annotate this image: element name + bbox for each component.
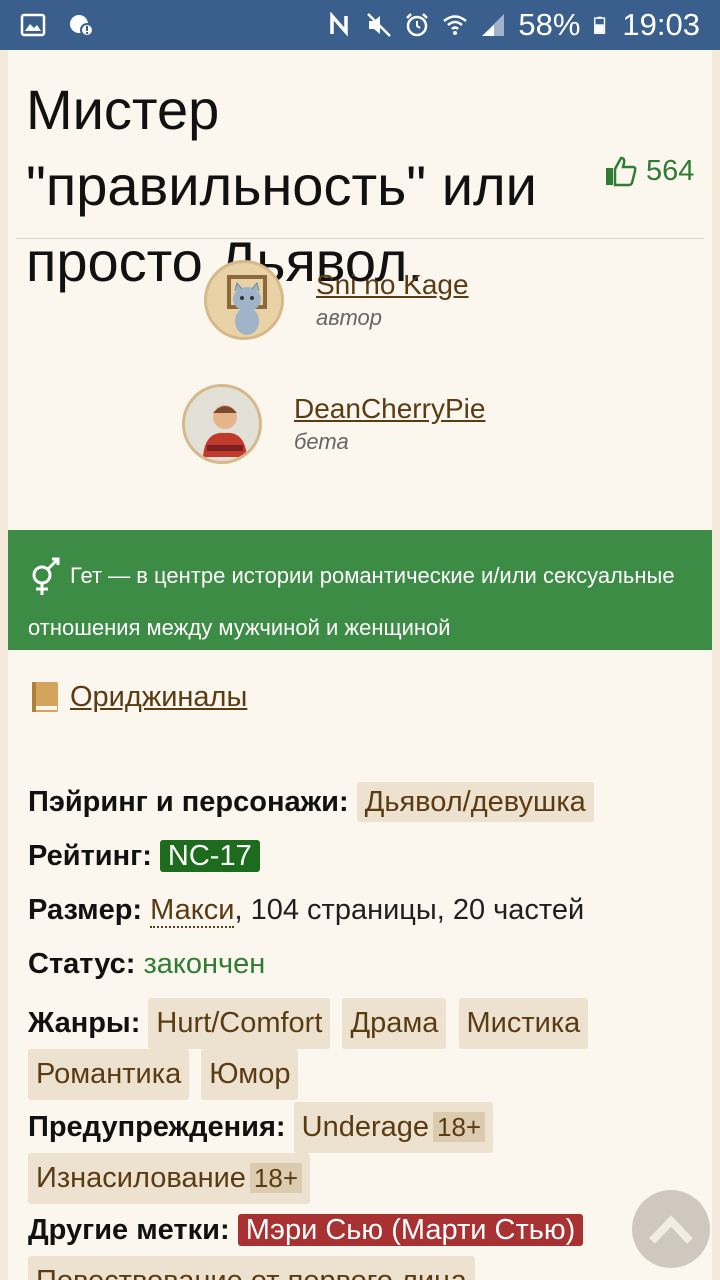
wifi-icon (443, 15, 468, 35)
battery-icon (594, 16, 606, 34)
avatar[interactable] (182, 384, 262, 464)
fandom-label: Ориджиналы (70, 680, 248, 713)
fic-header-card: Мистер "правильность" или просто Дьявол.… (8, 50, 712, 1280)
rating-row: Рейтинг: NC-17 (28, 836, 708, 876)
scroll-to-top-button[interactable] (632, 1190, 710, 1268)
author-role: автор (316, 305, 383, 330)
genre-tag[interactable]: Романтика (28, 1049, 190, 1100)
mute-icon (367, 13, 392, 37)
age-badge: 18+ (433, 1112, 486, 1142)
signal-icon (482, 14, 505, 36)
beta-link[interactable]: DeanCherryPie (294, 391, 485, 427)
chevron-up-icon (649, 1215, 693, 1244)
genres-label: Жанры: (28, 1007, 141, 1039)
fandom-link[interactable]: Ориджиналы (30, 680, 247, 714)
nfc-icon (330, 12, 349, 37)
age-badge: 18+ (249, 1163, 303, 1193)
sync-alert-icon (70, 15, 94, 37)
pairing-tag[interactable]: Дьявол/девушка (356, 782, 594, 822)
pairing-label: Пэйринг и персонажи: (28, 786, 349, 818)
other-tag[interactable]: Повествование от первого лица (28, 1256, 475, 1280)
other-tags-row: Другие метки: Мэри Сью (Марти Стью) Пове… (28, 1205, 708, 1280)
battery-percent: 58% (518, 7, 581, 42)
genre-tag[interactable]: Мистика (458, 998, 589, 1049)
warning-name: Изнасилование (36, 1162, 246, 1194)
direction-banner: Гет — в центре истории романтические и/и… (8, 530, 712, 650)
beta-entry: DeanCherryPie бета (182, 384, 485, 464)
avatar[interactable] (204, 260, 284, 340)
author-entry: Sni no Kage автор (204, 260, 469, 340)
genre-tag[interactable]: Драма (342, 998, 447, 1049)
status-label: Статус: (28, 948, 136, 980)
gender-symbol-icon (32, 557, 60, 596)
rating-label: Рейтинг: (28, 840, 152, 872)
author-link[interactable]: Sni no Kage (316, 267, 469, 303)
status-value: закончен (143, 948, 266, 980)
clock: 19:03 (622, 7, 700, 42)
rating-badge[interactable]: NC-17 (159, 840, 260, 872)
divider (16, 238, 704, 239)
direction-text: Гет — в центре истории романтические и/и… (28, 563, 675, 640)
cat-avatar-icon (227, 275, 267, 335)
beta-role: бета (294, 429, 349, 454)
size-row: Размер: Макси, 104 страницы, 20 частей (28, 890, 708, 930)
warning-tag[interactable]: Underage 18+ (293, 1102, 494, 1153)
genre-tag[interactable]: Hurt/Comfort (148, 998, 331, 1049)
likes-counter[interactable]: 564 (604, 154, 694, 188)
status-bar: 58% 19:03 (0, 0, 720, 50)
warnings-row: Предупреждения: Underage 18+ Изнасиловани… (28, 1102, 708, 1204)
warning-name: Underage (301, 1111, 430, 1143)
genre-tag[interactable]: Юмор (201, 1049, 299, 1100)
book-icon (32, 682, 58, 712)
size-link[interactable]: Макси (150, 894, 235, 928)
warnings-label: Предупреждения: (28, 1111, 286, 1143)
warning-tag[interactable]: Изнасилование 18+ (28, 1153, 311, 1204)
pairing-row: Пэйринг и персонажи: Дьявол/девушка (28, 782, 708, 822)
status-row: Статус: закончен (28, 944, 708, 984)
likes-count: 564 (646, 154, 695, 187)
genres-row: Жанры: Hurt/Comfort Драма Мистика Романт… (28, 998, 708, 1100)
size-label: Размер: (28, 894, 143, 926)
alarm-icon (406, 13, 429, 37)
thumbs-up-icon (606, 156, 637, 187)
other-tag-red[interactable]: Мэри Сью (Марти Стью) (237, 1214, 584, 1246)
size-details: , 104 страницы, 20 частей (234, 894, 585, 926)
gallery-icon (20, 13, 46, 37)
character-avatar-icon (203, 405, 247, 457)
other-tags-label: Другие метки: (28, 1214, 230, 1246)
